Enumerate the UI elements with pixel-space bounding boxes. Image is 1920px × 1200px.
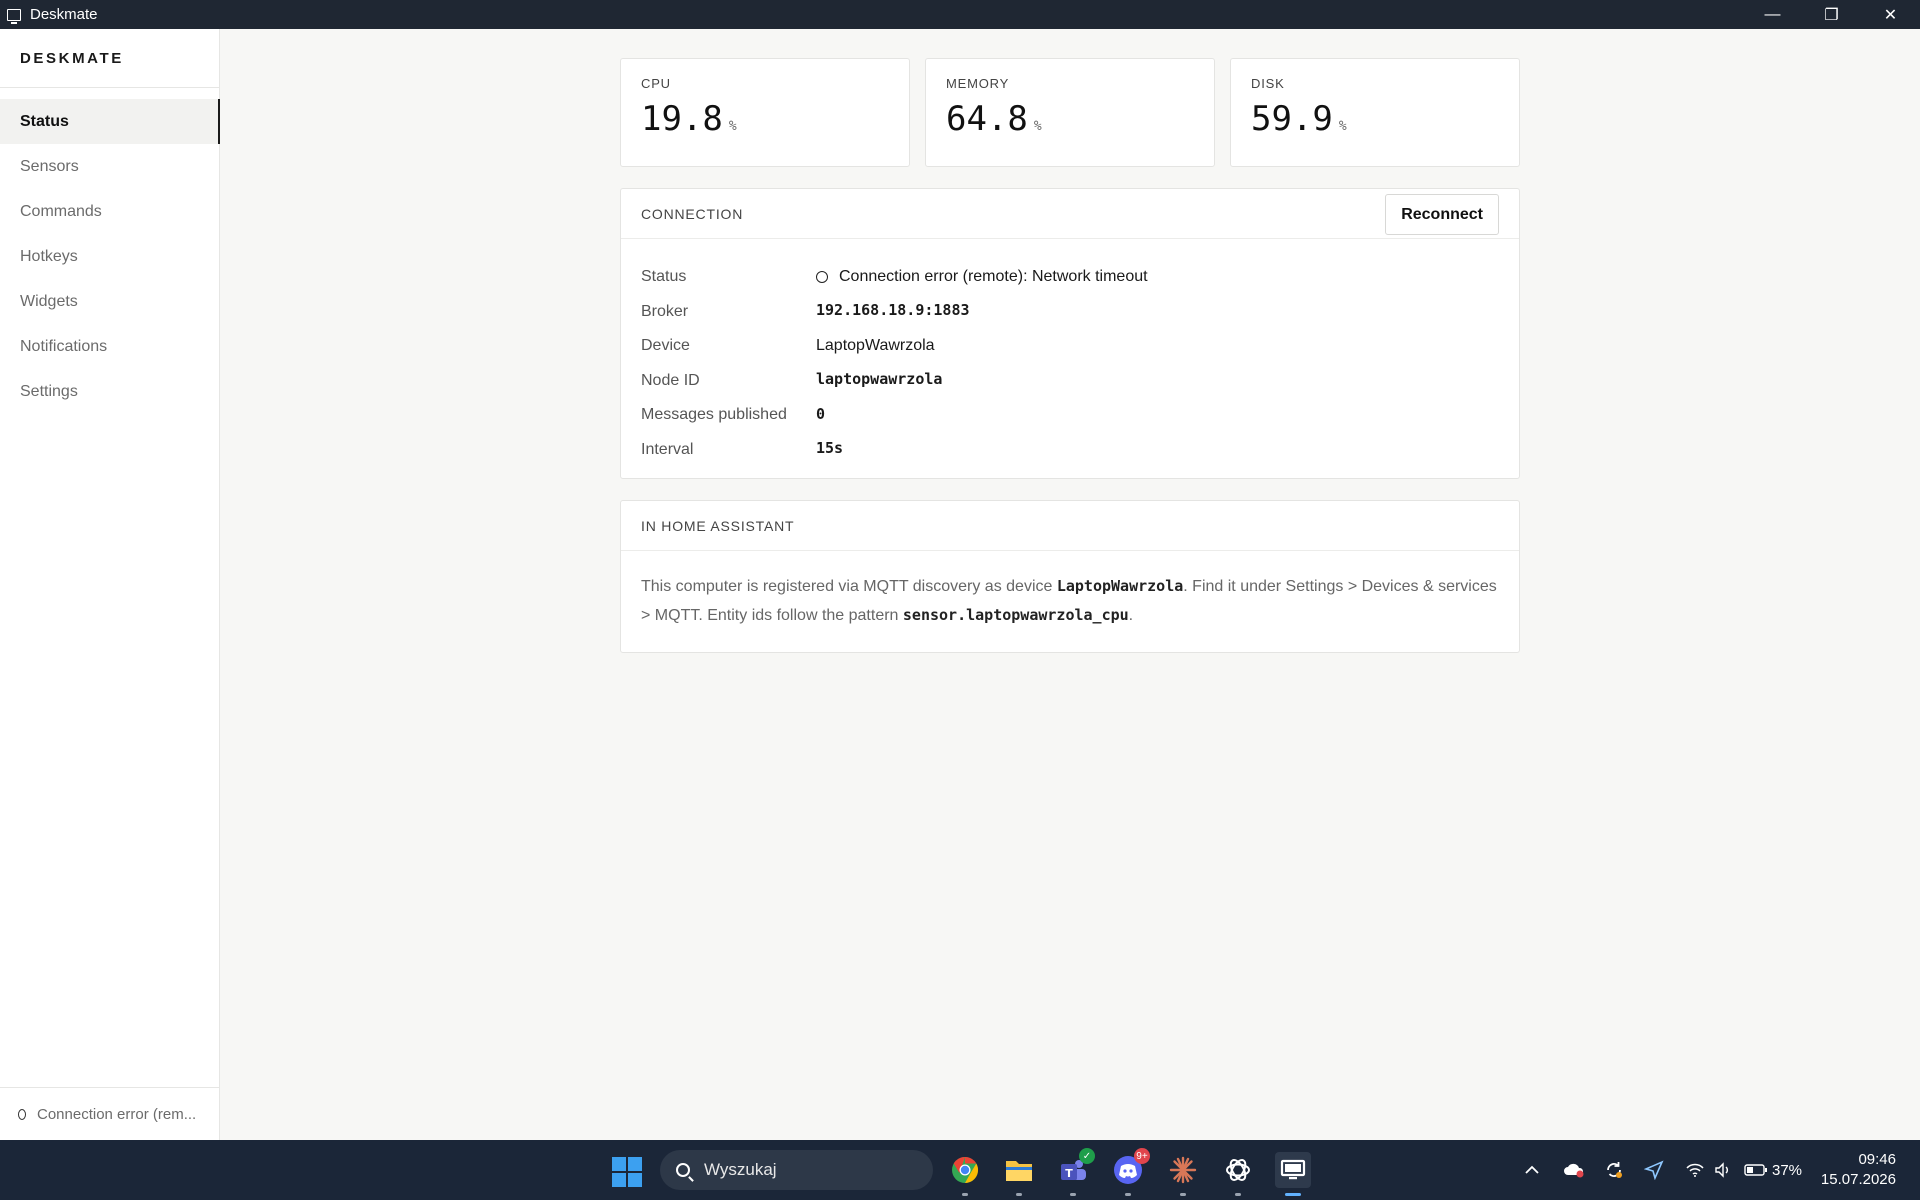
sidebar-item-sensors[interactable]: Sensors: [0, 144, 219, 189]
sidebar-item-hotkeys[interactable]: Hotkeys: [0, 234, 219, 279]
sidebar-item-status[interactable]: Status: [0, 99, 220, 144]
chrome-icon[interactable]: [947, 1152, 983, 1196]
status-value-wrap: Connection error (remote): Network timeo…: [816, 268, 1148, 286]
ha-text-3: .: [1128, 607, 1134, 624]
clock-date: 15.07.2026: [1820, 1171, 1896, 1188]
file-explorer-icon[interactable]: [1001, 1152, 1037, 1196]
node-id-value: laptopwawrzola: [816, 370, 943, 389]
memory-card: MEMORY 64.8 %: [925, 58, 1215, 167]
broker-value: 192.168.18.9:1883: [816, 301, 970, 320]
sidebar-item-settings[interactable]: Settings: [0, 369, 219, 414]
home-assistant-header: IN HOME ASSISTANT: [621, 501, 1519, 551]
cpu-value-wrap: 19.8 %: [641, 99, 889, 139]
cpu-label: CPU: [641, 76, 671, 91]
wifi-icon[interactable]: [1686, 1140, 1704, 1200]
broker-row: Broker 192.168.18.9:1883: [641, 295, 1499, 330]
window-controls: — ❐ ✕: [1743, 0, 1920, 29]
brand-logo: DESKMATE: [0, 29, 219, 88]
cpu-card: CPU 19.8 %: [620, 58, 910, 167]
taskbar: Wyszukaj T ✓ 9+ 37% 09:46 15.07.2026: [0, 1140, 1920, 1200]
connection-title: CONNECTION: [641, 205, 744, 222]
maximize-button[interactable]: ❐: [1802, 0, 1861, 29]
window-title: Deskmate: [30, 6, 98, 23]
teams-check-icon: ✓: [1079, 1148, 1095, 1164]
sync-icon[interactable]: [1604, 1140, 1624, 1200]
status-ring-icon: [816, 271, 828, 284]
chatgpt-icon[interactable]: [1220, 1152, 1256, 1196]
memory-label: MEMORY: [946, 76, 1010, 91]
memory-unit: %: [1033, 119, 1042, 134]
metrics-row: CPU 19.8 % MEMORY 64.8 % DISK 59.9 %: [620, 58, 1520, 167]
status-value: Connection error (remote): Network timeo…: [839, 268, 1148, 286]
main-content: CPU 19.8 % MEMORY 64.8 % DISK 59.9 % CON…: [620, 58, 1520, 653]
discord-badge: 9+: [1134, 1148, 1150, 1164]
connection-card: CONNECTION Reconnect Status Connection e…: [620, 188, 1520, 479]
footer-status-text: Connection error (rem...: [37, 1105, 197, 1123]
search-icon: [676, 1163, 690, 1177]
node-id-row: Node ID laptopwawrzola: [641, 364, 1499, 399]
disk-value: 59.9: [1251, 99, 1333, 139]
home-assistant-title: IN HOME ASSISTANT: [641, 517, 795, 534]
connection-details: Status Connection error (remote): Networ…: [621, 239, 1519, 478]
sidebar-item-notifications[interactable]: Notifications: [0, 324, 219, 369]
connection-status-footer: Connection error (rem...: [0, 1087, 219, 1140]
ha-device-code: LaptopWawrzola: [1056, 577, 1184, 595]
messages-key: Messages published: [641, 406, 787, 424]
taskbar-clock[interactable]: 09:46 15.07.2026: [1821, 1150, 1896, 1190]
disk-label: DISK: [1251, 76, 1285, 91]
ha-pattern-code: sensor.laptopwawrzola_cpu: [902, 606, 1129, 624]
status-key: Status: [641, 268, 687, 286]
send-arrow-icon[interactable]: [1644, 1140, 1664, 1200]
onedrive-error-icon[interactable]: [1563, 1140, 1585, 1200]
ha-text-1: This computer is registered via MQTT dis…: [641, 578, 1057, 595]
cpu-unit: %: [728, 119, 737, 134]
clock-time: 09:46: [1858, 1151, 1896, 1168]
battery-percent: 37%: [1772, 1161, 1803, 1179]
title-bar: Deskmate — ❐ ✕: [0, 0, 1920, 29]
broker-key: Broker: [641, 302, 689, 320]
close-button[interactable]: ✕: [1861, 0, 1920, 29]
home-assistant-description: This computer is registered via MQTT dis…: [621, 551, 1519, 652]
volume-icon[interactable]: [1714, 1140, 1732, 1200]
deskmate-icon[interactable]: [1275, 1152, 1311, 1196]
battery-icon: [1744, 1164, 1767, 1176]
sidebar-item-widgets[interactable]: Widgets: [0, 279, 219, 324]
windows-start-icon[interactable]: [612, 1157, 642, 1187]
reconnect-button[interactable]: Reconnect: [1385, 194, 1499, 235]
interval-value: 15s: [816, 439, 844, 458]
teams-icon[interactable]: T ✓: [1055, 1148, 1095, 1196]
cpu-value: 19.8: [641, 99, 723, 139]
interval-row: Interval 15s: [641, 433, 1499, 468]
disk-value-wrap: 59.9 %: [1251, 99, 1499, 139]
claude-icon[interactable]: [1165, 1152, 1201, 1196]
status-row: Status Connection error (remote): Networ…: [641, 260, 1499, 295]
taskbar-search[interactable]: Wyszukaj: [660, 1150, 933, 1190]
connection-header: CONNECTION Reconnect: [621, 189, 1519, 239]
disk-card: DISK 59.9 %: [1230, 58, 1520, 167]
sidebar-item-commands[interactable]: Commands: [0, 189, 219, 234]
device-row: Device LaptopWawrzola: [641, 329, 1499, 364]
memory-value-wrap: 64.8 %: [946, 99, 1194, 139]
svg-text:T: T: [1065, 1167, 1073, 1180]
app-monitor-icon: [7, 8, 21, 24]
sidebar: DESKMATE Status Sensors Commands Hotkeys…: [0, 29, 220, 1140]
device-value: LaptopWawrzola: [816, 337, 935, 355]
memory-value: 64.8: [946, 99, 1028, 139]
device-key: Device: [641, 337, 690, 355]
node-id-key: Node ID: [641, 371, 700, 389]
discord-icon[interactable]: 9+: [1110, 1148, 1150, 1196]
home-assistant-card: IN HOME ASSISTANT This computer is regis…: [620, 500, 1520, 653]
sidebar-nav: Status Sensors Commands Hotkeys Widgets …: [0, 88, 220, 414]
messages-value: 0: [816, 404, 826, 423]
messages-row: Messages published 0: [641, 398, 1499, 433]
show-hidden-icons-chevron-icon[interactable]: [1524, 1140, 1540, 1200]
interval-key: Interval: [641, 440, 694, 458]
search-placeholder: Wyszukaj: [704, 1160, 777, 1179]
minimize-button[interactable]: —: [1743, 0, 1802, 29]
battery-indicator[interactable]: 37%: [1744, 1140, 1802, 1200]
status-ring-icon: [18, 1108, 26, 1120]
disk-unit: %: [1338, 119, 1347, 134]
